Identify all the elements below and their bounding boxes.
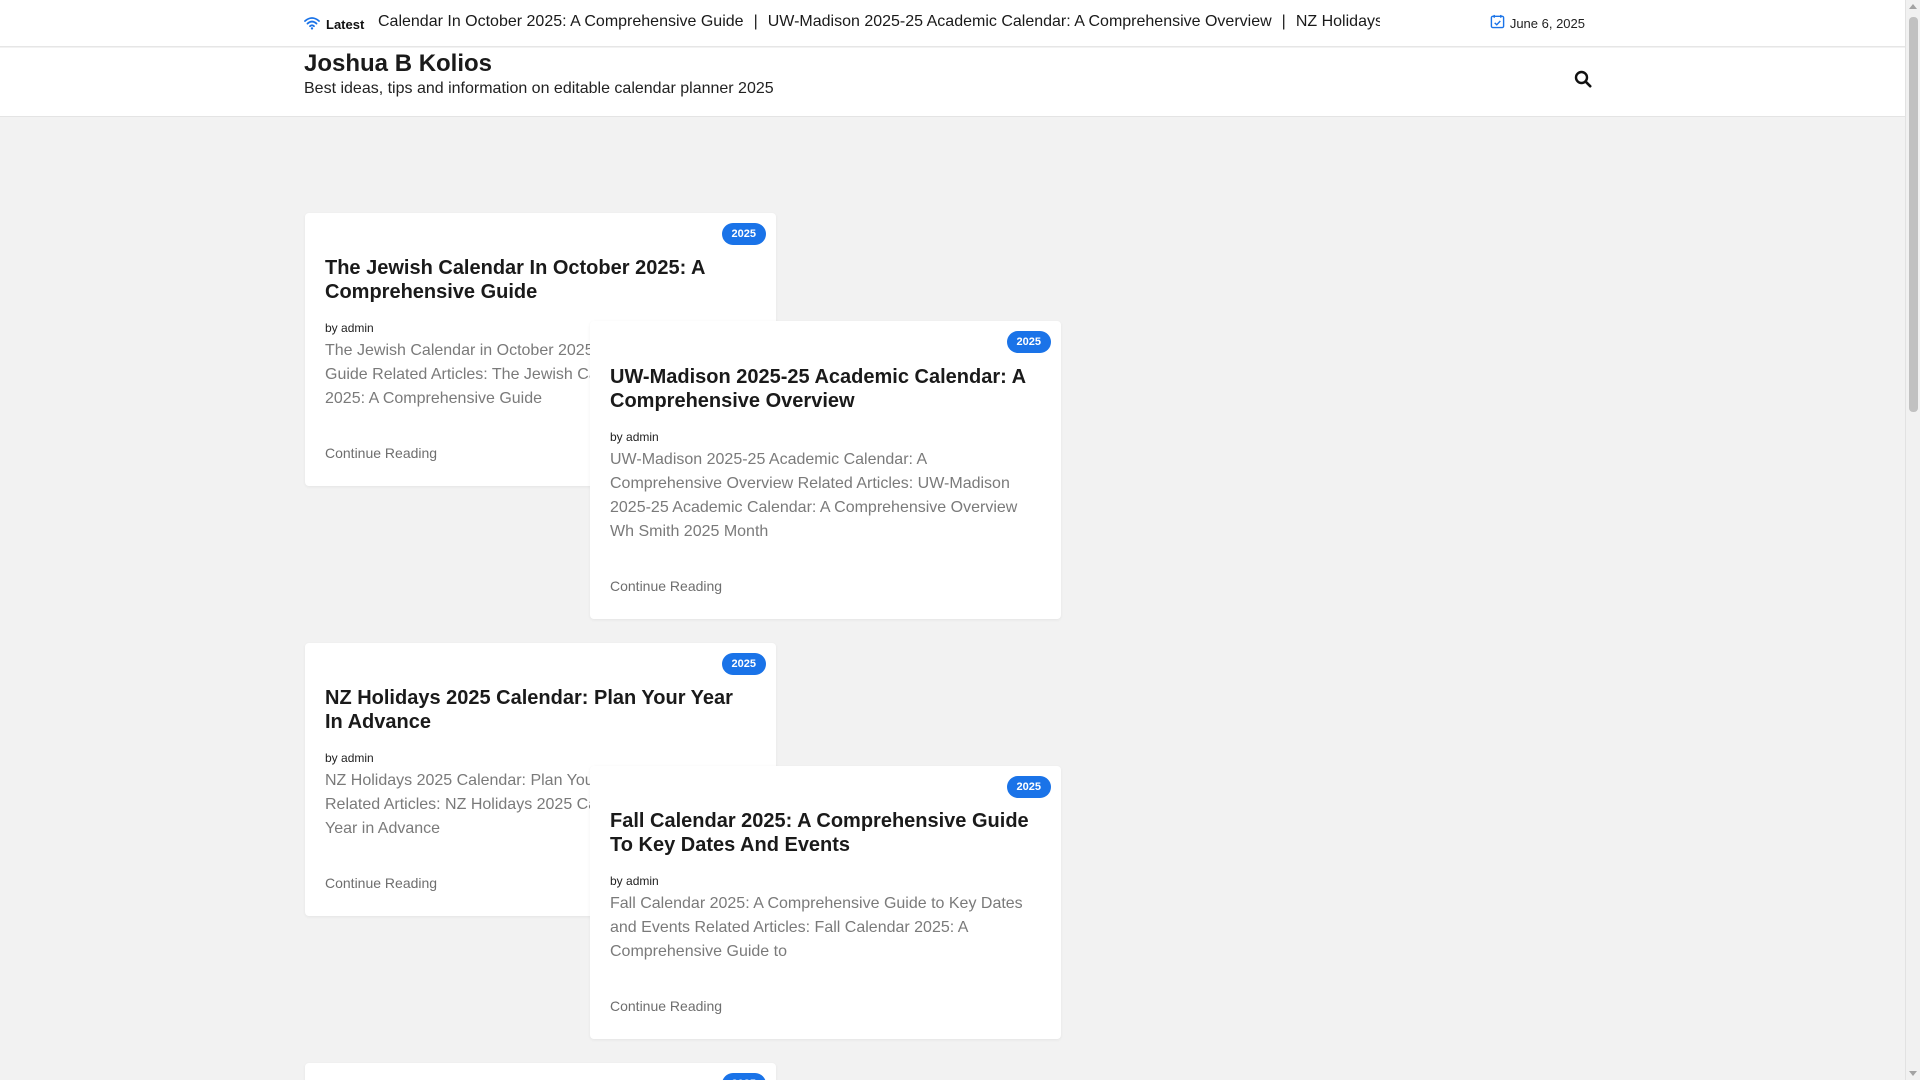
category-badge[interactable]: 2025 (721, 223, 766, 245)
wifi-icon (304, 15, 320, 34)
post-meta-by: by (325, 321, 338, 335)
post-title[interactable]: Fall Calendar 2025: A Comprehensive Guid… (610, 809, 1031, 857)
continue-reading-link[interactable]: Continue Reading (325, 875, 437, 891)
post-meta: by admin (610, 874, 659, 888)
post-excerpt: UW-Madison 2025-25 Academic Calendar: A … (610, 451, 1018, 540)
ticker-separator: | (1281, 13, 1286, 30)
post-meta-by: by (610, 430, 623, 444)
site-title[interactable]: Joshua B Kolios (304, 50, 492, 78)
scroll-up-arrow-icon[interactable] (1909, 4, 1917, 9)
site-header: Joshua B Kolios Best ideas, tips and inf… (0, 48, 1905, 117)
post-author[interactable]: admin (341, 321, 374, 335)
scrollbar-thumb[interactable] (1909, 17, 1918, 412)
post-title[interactable]: The Jewish Calendar In October 2025: A C… (325, 256, 746, 304)
post-author[interactable]: admin (341, 751, 374, 765)
post-meta: by admin (325, 751, 374, 765)
category-badge[interactable]: 2025 (1006, 331, 1051, 353)
current-date: June 6, 2025 (1490, 14, 1585, 32)
post-meta: by admin (325, 321, 374, 335)
post-title[interactable]: UW-Madison 2025-25 Academic Calendar: A … (610, 365, 1031, 413)
continue-reading-link[interactable]: Continue Reading (610, 998, 722, 1014)
vertical-scrollbar[interactable] (1905, 0, 1920, 1080)
search-icon (1574, 70, 1592, 93)
post-author[interactable]: admin (626, 430, 659, 444)
continue-reading-link[interactable]: Continue Reading (325, 445, 437, 461)
category-badge[interactable]: 2025 (721, 1073, 766, 1080)
search-button[interactable] (1572, 70, 1594, 92)
latest-label-text: Latest (326, 16, 365, 32)
post-excerpt: Fall Calendar 2025: A Comprehensive Guid… (610, 895, 1023, 960)
ticker-item[interactable]: UW-Madison 2025-25 Academic Calendar: A … (768, 13, 1272, 30)
post-card: 2025 Fall Calendar 2025: A Comprehensive… (590, 766, 1061, 1039)
post-author[interactable]: admin (626, 874, 659, 888)
news-ticker: Calendar In October 2025: A Comprehensiv… (378, 13, 1380, 35)
post-card: 2025 (305, 1063, 776, 1080)
scroll-down-arrow-icon[interactable] (1909, 1071, 1917, 1076)
category-badge[interactable]: 2025 (721, 653, 766, 675)
post-meta-by: by (325, 751, 338, 765)
post-meta: by admin (610, 430, 659, 444)
site-tagline: Best ideas, tips and information on edit… (304, 80, 774, 97)
continue-reading-link[interactable]: Continue Reading (610, 578, 722, 594)
ticker-item[interactable]: NZ Holidays (1296, 13, 1380, 30)
top-ticker-bar: Latest Calendar In October 2025: A Compr… (0, 0, 1905, 47)
calendar-check-icon (1490, 14, 1505, 32)
latest-label: Latest (304, 16, 364, 32)
category-badge[interactable]: 2025 (1006, 776, 1051, 798)
ticker-separator: | (753, 13, 758, 30)
post-card: 2025 UW-Madison 2025-25 Academic Calenda… (590, 321, 1061, 619)
ticker-item[interactable]: Calendar In October 2025: A Comprehensiv… (378, 13, 744, 30)
post-meta-by: by (610, 874, 623, 888)
current-date-text: June 6, 2025 (1509, 15, 1585, 31)
post-title[interactable]: NZ Holidays 2025 Calendar: Plan Your Yea… (325, 686, 746, 734)
